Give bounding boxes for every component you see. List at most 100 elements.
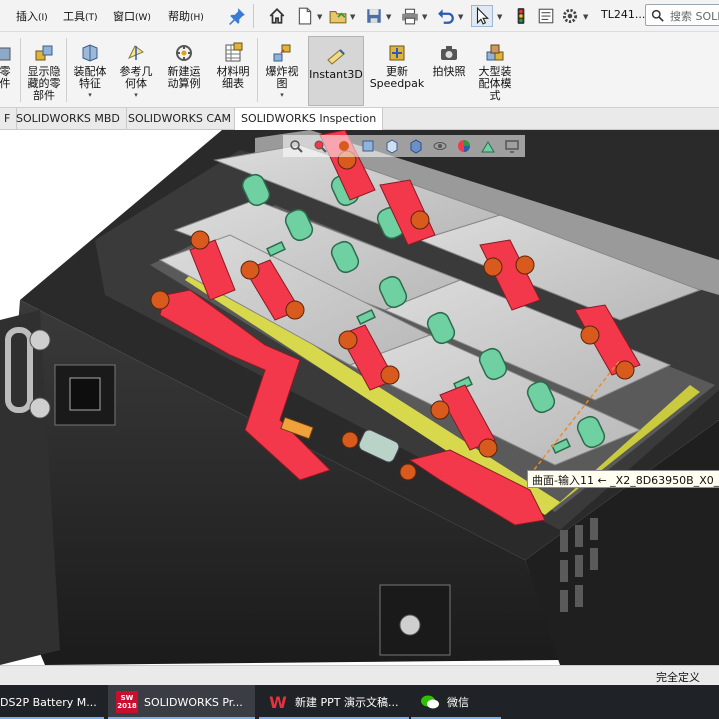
- menu-tools-accel: (T): [85, 13, 98, 23]
- search-input[interactable]: 搜索 SOLI: [645, 4, 719, 26]
- view-settings-icon[interactable]: [503, 137, 521, 155]
- heads-up-view-toolbar: [283, 135, 525, 157]
- menu-window-accel: (W): [135, 13, 151, 23]
- view-orientation-icon[interactable]: [383, 137, 401, 155]
- edit-appearance-icon[interactable]: [455, 137, 473, 155]
- instant3d-icon: [327, 49, 345, 65]
- ribbon-partial-button[interactable]: 零 件: [0, 34, 16, 106]
- tab-solidworks-mbd[interactable]: SOLIDWORKS MBD: [10, 108, 127, 130]
- assembly-feature-dropdown[interactable]: ▾: [88, 91, 92, 99]
- ribbon-separator: [257, 38, 258, 102]
- select-cursor-icon[interactable]: [471, 5, 493, 27]
- large-assembly-mode-icon: [486, 44, 504, 61]
- solidworks-window: 插入(I) 工具(T) 窗口(W) 帮助(H) ▼ ▼ ▼ ▼ ▼ ▼ ▼ TL…: [0, 0, 719, 719]
- wechat-icon: [419, 691, 441, 713]
- search-placeholder: 搜索 SOLI: [670, 10, 719, 23]
- save-dropdown-caret[interactable]: ▼: [386, 13, 391, 21]
- take-snapshot-label: 拍快照: [432, 65, 466, 78]
- previous-view-icon[interactable]: [335, 137, 353, 155]
- assembly-feature-button[interactable]: 装配体 特征 ▾: [68, 34, 112, 106]
- status-fully-defined: 完全定义: [656, 671, 700, 684]
- undo-dropdown-caret[interactable]: ▼: [458, 13, 463, 21]
- print-dropdown-caret[interactable]: ▼: [422, 13, 427, 21]
- taskbar-battery-doc-label: DS2P Battery M...: [0, 695, 97, 709]
- menu-insert-accel: (I): [38, 13, 48, 23]
- options-dropdown-caret[interactable]: ▼: [583, 13, 588, 21]
- save-icon[interactable]: [363, 5, 385, 27]
- wps-icon: W: [269, 692, 287, 712]
- ribbon-separator: [20, 38, 21, 102]
- motion-study-icon: [176, 45, 192, 61]
- tab-solidworks-cam[interactable]: SOLIDWORKS CAM: [122, 108, 239, 130]
- new-dropdown-caret[interactable]: ▼: [317, 13, 322, 21]
- bill-of-materials-label: 材料明 细表: [216, 65, 250, 90]
- assembly-feature-label: 装配体 特征: [73, 65, 107, 90]
- menu-help-accel: (H): [190, 13, 204, 23]
- menu-tools[interactable]: 工具(T): [63, 8, 98, 24]
- section-view-icon[interactable]: [359, 137, 377, 155]
- menu-help[interactable]: 帮助(H): [168, 8, 204, 24]
- hide-show-items-icon[interactable]: [431, 137, 449, 155]
- instant3d-button[interactable]: Instant3D: [308, 36, 364, 106]
- file-properties-icon[interactable]: [535, 5, 557, 27]
- large-assembly-mode-button[interactable]: 大型装 配体模 式: [472, 34, 518, 106]
- reference-geometry-button[interactable]: 参考几 何体 ▾: [114, 34, 158, 106]
- menu-separator: [253, 4, 254, 28]
- search-icon: [651, 9, 664, 22]
- undo-icon[interactable]: [435, 5, 457, 27]
- exploded-view-icon: [273, 44, 291, 62]
- apply-scene-icon[interactable]: [479, 137, 497, 155]
- taskbar-item-solidworks[interactable]: SW 2018 SOLIDWORKS Pr...: [108, 685, 255, 719]
- graphics-area[interactable]: 曲面-输入11 ← _X2_8D63950B_X0_1: [0, 130, 719, 665]
- zoom-fit-icon[interactable]: [287, 137, 305, 155]
- taskbar-item-battery-doc[interactable]: DS2P Battery M...: [0, 685, 104, 719]
- show-hidden-components-label: 显示隐 藏的零 部件: [27, 65, 61, 102]
- menu-insert-label: 插入: [16, 10, 38, 23]
- reference-geometry-dropdown[interactable]: ▾: [134, 91, 138, 99]
- taskbar-item-wechat[interactable]: 微信: [411, 685, 501, 719]
- open-dropdown-caret[interactable]: ▼: [350, 13, 355, 21]
- exploded-view-dropdown[interactable]: ▾: [280, 91, 284, 99]
- status-bar: 完全定义: [0, 665, 719, 685]
- options-gear-icon[interactable]: [559, 5, 581, 27]
- solidworks-icon: SW 2018: [116, 691, 138, 713]
- menu-window[interactable]: 窗口(W): [113, 8, 151, 24]
- command-manager-ribbon: 零 件 显示隐 藏的零 部件 装配体 特征 ▾ 参考几 何体 ▾ 新建运 动算例…: [0, 32, 719, 108]
- taskbar-item-wps[interactable]: W 新建 PPT 演示文稿...: [259, 685, 409, 719]
- open-folder-icon[interactable]: [327, 5, 349, 27]
- menu-insert[interactable]: 插入(I): [16, 8, 48, 24]
- instant3d-label: Instant3D: [309, 68, 363, 81]
- reference-geometry-label: 参考几 何体: [119, 65, 153, 90]
- home-icon[interactable]: [266, 5, 288, 27]
- tab-solidworks-inspection[interactable]: SOLIDWORKS Inspection: [234, 108, 384, 131]
- select-dropdown-caret[interactable]: ▼: [497, 13, 502, 21]
- pin-icon[interactable]: [226, 5, 248, 27]
- new-motion-study-label: 新建运 动算例: [167, 65, 201, 90]
- zoom-area-icon[interactable]: [311, 137, 329, 155]
- taskbar-wechat-label: 微信: [447, 696, 469, 709]
- bill-of-materials-button[interactable]: 材料明 细表: [211, 34, 255, 106]
- menu-window-label: 窗口: [113, 10, 135, 23]
- taskbar-wps-label: 新建 PPT 演示文稿...: [295, 696, 399, 709]
- menu-help-label: 帮助: [168, 10, 190, 23]
- display-style-icon[interactable]: [407, 137, 425, 155]
- show-hidden-components-icon: [35, 45, 53, 61]
- print-icon[interactable]: [399, 5, 421, 27]
- ribbon-partial-label: 零 件: [0, 65, 11, 90]
- ribbon-separator: [66, 38, 67, 102]
- document-title: TL241...: [601, 8, 646, 21]
- battery-module-model[interactable]: [0, 130, 719, 665]
- traffic-light-icon[interactable]: [510, 5, 532, 27]
- command-manager-tabs: F SOLIDWORKS MBD SOLIDWORKS CAM SOLIDWOR…: [0, 108, 719, 131]
- new-document-icon[interactable]: [294, 5, 316, 27]
- exploded-view-label: 爆炸视 图: [265, 65, 299, 90]
- show-hidden-components-button[interactable]: 显示隐 藏的零 部件: [24, 34, 64, 106]
- bill-of-materials-icon: [225, 42, 243, 62]
- new-motion-study-button[interactable]: 新建运 动算例: [162, 34, 206, 106]
- assembly-feature-icon: [82, 44, 98, 62]
- windows-taskbar: DS2P Battery M... SW 2018 SOLIDWORKS Pr.…: [0, 685, 719, 719]
- exploded-view-button[interactable]: 爆炸视 图 ▾: [260, 34, 304, 106]
- selection-tooltip: 曲面-输入11 ← _X2_8D63950B_X0_1: [527, 470, 719, 488]
- update-speedpak-button[interactable]: 更新 Speedpak: [368, 34, 426, 106]
- take-snapshot-button[interactable]: 拍快照: [428, 34, 470, 106]
